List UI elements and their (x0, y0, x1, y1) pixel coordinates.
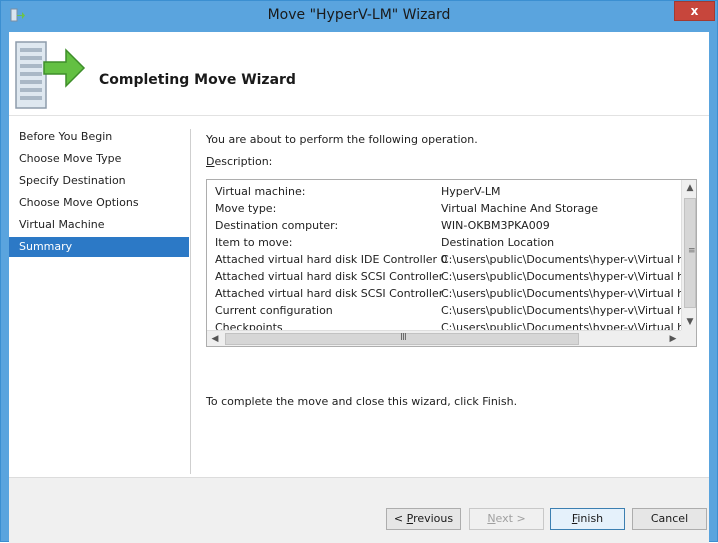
row-value: Virtual Machine And Storage (441, 202, 598, 215)
summary-content: You are about to perform the following o… (199, 117, 704, 477)
row-key: Item to move: (215, 236, 293, 249)
scroll-left-arrow-icon[interactable]: ◀ (207, 331, 223, 346)
scroll-grip-icon: Ⅲ (400, 332, 407, 343)
scroll-up-arrow-icon[interactable]: ▲ (682, 180, 696, 196)
finish-button[interactable]: Finish (550, 508, 625, 530)
row-key: Move type: (215, 202, 277, 215)
description-row: Current configuration C:\users\public\Do… (207, 303, 681, 320)
next-accel: N (487, 512, 496, 525)
row-value: WIN-OKBM3PKA009 (441, 219, 550, 232)
vertical-scrollbar[interactable]: ▲ ≡ ▼ (681, 180, 696, 330)
description-row: Attached virtual hard disk SCSI Controll… (207, 269, 681, 286)
description-box[interactable]: Virtual machine: HyperV-LM Move type: Vi… (206, 179, 697, 347)
description-row: Destination computer: WIN-OKBM3PKA009 (207, 218, 681, 235)
description-row: Move type: Virtual Machine And Storage (207, 201, 681, 218)
previous-button[interactable]: < Previous (386, 508, 461, 530)
scroll-down-arrow-icon[interactable]: ▼ (682, 314, 696, 330)
nav-item-choose-move-options[interactable]: Choose Move Options (9, 193, 189, 213)
nav-item-choose-move-type[interactable]: Choose Move Type (9, 149, 189, 169)
vertical-scroll-thumb[interactable]: ≡ (684, 198, 696, 308)
wizard-steps-nav: Before You Begin Choose Move Type Specif… (9, 117, 191, 477)
description-row: Attached virtual hard disk SCSI Controll… (207, 286, 681, 303)
nav-item-before-you-begin[interactable]: Before You Begin (9, 127, 189, 147)
description-rows: Virtual machine: HyperV-LM Move type: Vi… (207, 184, 681, 332)
row-key: Current configuration (215, 304, 333, 317)
close-button[interactable]: x (674, 1, 715, 21)
scrollbar-corner (681, 330, 696, 346)
row-key: Attached virtual hard disk IDE Controlle… (215, 253, 448, 266)
description-row: Item to move: Destination Location (207, 235, 681, 252)
next-label: ext > (495, 512, 526, 525)
horizontal-scroll-thumb[interactable]: Ⅲ (225, 332, 579, 345)
previous-label: revious (413, 512, 454, 525)
next-button[interactable]: Next > (469, 508, 544, 530)
row-key: Destination computer: (215, 219, 339, 232)
nav-item-summary[interactable]: Summary (9, 237, 189, 257)
window-title: Move "HyperV-LM" Wizard (267, 7, 451, 23)
finish-label: inish (577, 512, 604, 525)
wizard-client-area: Completing Move Wizard Before You Begin … (9, 32, 709, 543)
row-value: HyperV-LM (441, 185, 501, 198)
completion-text: To complete the move and close this wiza… (206, 395, 518, 408)
description-row: Attached virtual hard disk IDE Controlle… (207, 252, 681, 269)
row-key: Virtual machine: (215, 185, 306, 198)
row-key: Attached virtual hard disk SCSI Controll… (215, 270, 444, 283)
page-title: Completing Move Wizard (99, 72, 296, 88)
row-value: C:\users\public\Documents\hyper-v\Virtua… (441, 304, 681, 317)
row-value: C:\users\public\Documents\hyper-v\Virtua… (441, 287, 681, 300)
row-key: Attached virtual hard disk SCSI Controll… (215, 287, 444, 300)
nav-divider (190, 129, 191, 474)
row-value: C:\users\public\Documents\hyper-v\Virtua… (441, 253, 681, 266)
wizard-window: Move "HyperV-LM" Wizard x Completing Mov… (0, 0, 718, 543)
cancel-button[interactable]: Cancel (632, 508, 707, 530)
scroll-right-arrow-icon[interactable]: ▶ (665, 331, 681, 346)
row-value: Destination Location (441, 236, 555, 249)
description-row: Virtual machine: HyperV-LM (207, 184, 681, 201)
wizard-footer: < Previous Next > Finish Cancel (9, 477, 709, 543)
row-value: C:\users\public\Documents\hyper-v\Virtua… (441, 270, 681, 283)
description-label: Description: (206, 155, 272, 168)
title-bar[interactable]: Move "HyperV-LM" Wizard x (1, 1, 717, 31)
wizard-server-arrow-icon (15, 41, 86, 109)
horizontal-scrollbar[interactable]: ◀ Ⅲ ▶ (207, 330, 681, 346)
description-label-rest: escription: (214, 155, 273, 168)
nav-item-virtual-machine[interactable]: Virtual Machine (9, 215, 189, 235)
intro-text: You are about to perform the following o… (206, 133, 478, 146)
nav-item-specify-destination[interactable]: Specify Destination (9, 171, 189, 191)
previous-prefix: < (393, 512, 407, 525)
scroll-grip-icon: ≡ (688, 246, 696, 256)
wizard-header: Completing Move Wizard (9, 32, 709, 116)
